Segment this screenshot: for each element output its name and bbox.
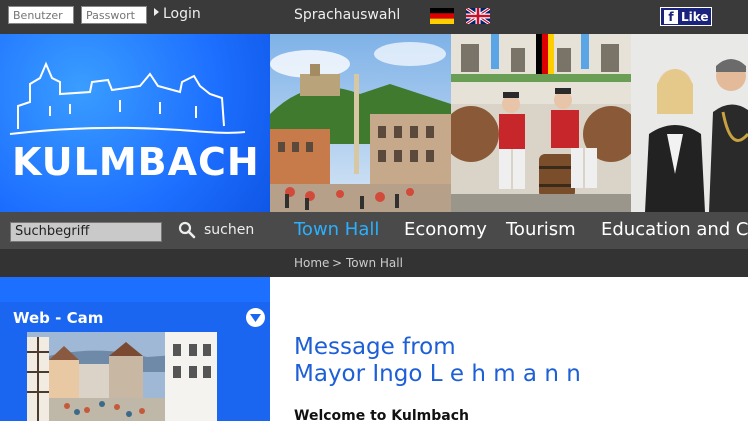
webcam-panel: Web - Cam [0, 302, 270, 421]
search-button[interactable]: suchen [178, 221, 254, 239]
logo-banner[interactable]: KULMBACH [0, 34, 270, 212]
search-button-label: suchen [204, 222, 255, 238]
page-title-line2: Mayor Ingo L e h m a n n [294, 361, 581, 387]
page-title: Message from Mayor Ingo L e h m a n n [294, 334, 581, 388]
main-nav-bar: Suchbegriff suchen Town Hall Economy Tou… [0, 212, 748, 249]
nav-item-town-hall[interactable]: Town Hall [294, 219, 379, 240]
facebook-icon: f [664, 9, 678, 24]
nav-item-economy[interactable]: Economy [404, 219, 487, 240]
castle-logo-icon [9, 61, 246, 135]
language-label: Sprachauswahl [294, 7, 401, 23]
login-button[interactable]: Login [154, 6, 201, 22]
page-title-line1: Message from [294, 334, 456, 360]
sidebar-top-strip [0, 277, 270, 302]
german-flag-icon[interactable] [430, 8, 454, 24]
breadcrumb-home[interactable]: Home [294, 256, 329, 270]
nav-item-tourism[interactable]: Tourism [506, 219, 576, 240]
header-photo-castle-town [270, 34, 451, 212]
webcam-toggle-button[interactable] [246, 308, 265, 327]
breadcrumb: Home > Town Hall [0, 249, 748, 277]
logo-text: KULMBACH [12, 140, 260, 184]
facebook-like-button[interactable]: f Like [660, 7, 712, 26]
search-icon [178, 221, 196, 239]
header-photo-mayor [631, 34, 748, 212]
login-label: Login [163, 6, 201, 22]
caret-right-icon [154, 8, 159, 16]
nav-item-education-and-culture[interactable]: Education and Cu [601, 219, 748, 240]
chevron-down-icon [250, 313, 261, 322]
breadcrumb-separator: > [332, 256, 343, 270]
welcome-heading: Welcome to Kulmbach [294, 408, 469, 421]
username-input[interactable] [8, 6, 74, 24]
password-input[interactable] [81, 6, 147, 24]
webcam-title: Web - Cam [13, 309, 104, 327]
facebook-like-label: Like [681, 9, 709, 24]
uk-flag-icon[interactable] [466, 8, 490, 24]
webcam-image[interactable] [27, 332, 217, 421]
breadcrumb-town-hall[interactable]: Town Hall [346, 256, 403, 270]
header-photo-beer-festival [451, 34, 631, 212]
top-bar: Login Sprachauswahl fLike [0, 0, 748, 34]
search-input[interactable]: Suchbegriff [10, 222, 162, 242]
